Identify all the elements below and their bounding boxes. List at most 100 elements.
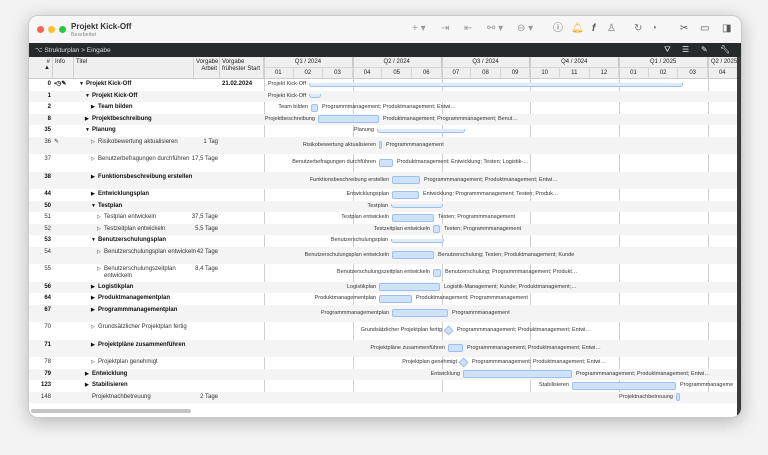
row-title[interactable]: Projektnachbetreuung: [92, 394, 197, 401]
task-bar[interactable]: [379, 141, 382, 150]
vertical-scrollbar[interactable]: [737, 57, 741, 417]
task-bar[interactable]: [572, 381, 676, 390]
table-row[interactable]: 44 ▶ Entwicklungsplan: [29, 189, 264, 201]
table-row[interactable]: 0 ▪◷✎ ▼ Projekt Kick-Off 21.02.2024: [29, 79, 264, 91]
close-button[interactable]: [37, 26, 44, 33]
table-row[interactable]: 78 ▷ Projektplan genehmigt: [29, 357, 264, 369]
collapse-triangle-icon[interactable]: ▼: [91, 237, 96, 244]
link-icon[interactable]: ⚯ ▾: [487, 24, 503, 34]
table-row[interactable]: 36 ✎ ▷ Risikobewertung aktualisieren 1 Tag: [29, 136, 264, 154]
row-title[interactable]: Projekt Kick-Off: [86, 81, 197, 88]
summary-bar[interactable]: [377, 128, 465, 133]
row-title[interactable]: Testplan: [98, 203, 197, 210]
table-row[interactable]: 56 ▶ Logistikplan: [29, 281, 264, 293]
table-row[interactable]: 123 ▶ Stabilisieren: [29, 380, 264, 392]
table-row[interactable]: 35 ▼ Planung: [29, 125, 264, 137]
row-title[interactable]: Testzeitplan entwickeln: [104, 226, 197, 233]
expand-triangle-icon[interactable]: ▶: [91, 104, 95, 111]
task-bar[interactable]: [676, 393, 680, 402]
refresh-icon[interactable]: ↻: [634, 24, 642, 34]
row-title[interactable]: Entwicklung: [92, 371, 197, 378]
panel-right-icon[interactable]: ◨: [722, 24, 731, 34]
task-bar[interactable]: [379, 158, 393, 167]
row-title[interactable]: Logistikplan: [98, 284, 197, 291]
row-title[interactable]: Projekt Kick-Off: [92, 93, 197, 100]
table-row[interactable]: 52 ▷ Testzeitplan entwickeln 5,5 Tage: [29, 223, 264, 235]
milestone-diamond[interactable]: [443, 325, 453, 336]
row-title[interactable]: Benutzerschulungszeitplan entwickeln: [104, 266, 197, 280]
task-bar[interactable]: [392, 251, 434, 260]
expand-triangle-icon[interactable]: ▶: [85, 116, 89, 123]
milestone-diamond[interactable]: [458, 357, 468, 368]
row-title[interactable]: Benutzerschulungsplan: [98, 237, 197, 244]
row-title[interactable]: Funktionsbeschreibung erstellen: [98, 174, 197, 181]
row-title[interactable]: Projektbeschreibung: [92, 116, 197, 123]
row-title[interactable]: Risikobewertung aktualisieren: [98, 139, 197, 146]
task-bar[interactable]: [318, 115, 379, 124]
task-bar[interactable]: [379, 283, 440, 292]
more-icon[interactable]: ⊖ ▾: [517, 24, 533, 34]
task-bar[interactable]: [433, 225, 440, 234]
row-title[interactable]: Team bilden: [98, 104, 197, 111]
row-title[interactable]: Programmmanagementplan: [98, 307, 197, 314]
task-bar[interactable]: [379, 294, 412, 303]
table-row[interactable]: 79 ▶ Entwicklung: [29, 368, 264, 380]
column-info[interactable]: Info: [53, 57, 74, 79]
table-row[interactable]: 51 ▷ Testplan entwickeln 37,5 Tage: [29, 212, 264, 224]
table-row[interactable]: 1 ▼ Projekt Kick-Off: [29, 90, 264, 102]
task-bar[interactable]: [392, 213, 434, 222]
expand-triangle-icon[interactable]: ▶: [85, 371, 89, 378]
collapse-triangle-icon[interactable]: ▼: [85, 93, 90, 100]
collapse-triangle-icon[interactable]: ▼: [85, 127, 90, 134]
indent-icon[interactable]: ⇥: [441, 24, 449, 34]
task-bar[interactable]: [433, 268, 441, 277]
help-icon[interactable]: ⓘ: [553, 24, 563, 34]
table-row[interactable]: 67 ▶ Programmmanagementplan: [29, 304, 264, 322]
table-row[interactable]: 55 ▷ Benutzerschulungszeitplan entwickeln 8…: [29, 264, 264, 282]
align-left-icon[interactable]: ☰: [682, 45, 689, 54]
table-row[interactable]: 37 ▷ Benutzerbefragungen durchführen 17,5 T…: [29, 154, 264, 172]
brush-icon[interactable]: ✎: [701, 45, 708, 54]
wrench-icon[interactable]: 🔧︎: [720, 45, 730, 54]
row-title[interactable]: Entwicklungsplan: [98, 191, 197, 198]
table-row[interactable]: 8 ▶ Projektbeschreibung: [29, 113, 264, 125]
column-title[interactable]: Titel: [74, 57, 194, 79]
expand-triangle-icon[interactable]: ▶: [91, 342, 95, 349]
task-bar[interactable]: [392, 309, 448, 318]
horizontal-scrollbar[interactable]: [31, 409, 191, 413]
table-row[interactable]: 38 ▶ Funktionsbeschreibung erstellen: [29, 171, 264, 189]
column-start[interactable]: Vorgabe frühester Start: [220, 57, 264, 79]
gauge-icon[interactable]: ◔: [651, 24, 657, 34]
collapse-triangle-icon[interactable]: ▼: [79, 81, 84, 88]
row-title[interactable]: Projektpläne zusammenführen: [98, 342, 197, 349]
collapse-triangle-icon[interactable]: ▼: [91, 203, 96, 210]
zoom-button[interactable]: [59, 26, 66, 33]
plus-icon[interactable]: + ▾: [412, 24, 426, 34]
task-bar[interactable]: [311, 103, 318, 112]
bell-icon[interactable]: 🔔︎: [571, 24, 584, 34]
expand-triangle-icon[interactable]: ▶: [91, 174, 95, 181]
expand-triangle-icon[interactable]: ▶: [91, 295, 95, 302]
task-bar[interactable]: [392, 190, 419, 199]
panel-bottom-icon[interactable]: ▭: [700, 24, 709, 34]
task-bar[interactable]: [463, 370, 572, 379]
summary-bar[interactable]: [309, 82, 683, 87]
summary-bar[interactable]: [309, 94, 321, 99]
column-work[interactable]: Vorgabe Arbeit: [194, 57, 220, 79]
row-title[interactable]: Projektplan genehmigt: [98, 359, 197, 366]
person-icon[interactable]: ♙: [607, 24, 616, 34]
formula-icon[interactable]: f: [592, 24, 595, 34]
outdent-icon[interactable]: ⇤: [464, 24, 472, 34]
row-title[interactable]: Benutzerbefragungen durchführen: [98, 156, 197, 163]
table-row[interactable]: 70 ▷ Grundsätzlicher Projektplan fertig: [29, 322, 264, 340]
table-row[interactable]: 148 Projektnachbetreuung 2 Tage: [29, 391, 264, 403]
filter-icon[interactable]: ⛛: [664, 45, 671, 55]
tools-icon[interactable]: ✂: [680, 24, 688, 34]
row-title[interactable]: Benutzerschulungsplan entwickeln: [104, 249, 197, 256]
task-bar[interactable]: [448, 344, 463, 353]
minimize-button[interactable]: [48, 26, 55, 33]
column-num[interactable]: # ▲: [31, 57, 53, 79]
table-row[interactable]: 53 ▼ Benutzerschulungsplan: [29, 235, 264, 247]
row-title[interactable]: Testplan entwickeln: [104, 214, 197, 221]
expand-triangle-icon[interactable]: ▶: [85, 382, 89, 389]
